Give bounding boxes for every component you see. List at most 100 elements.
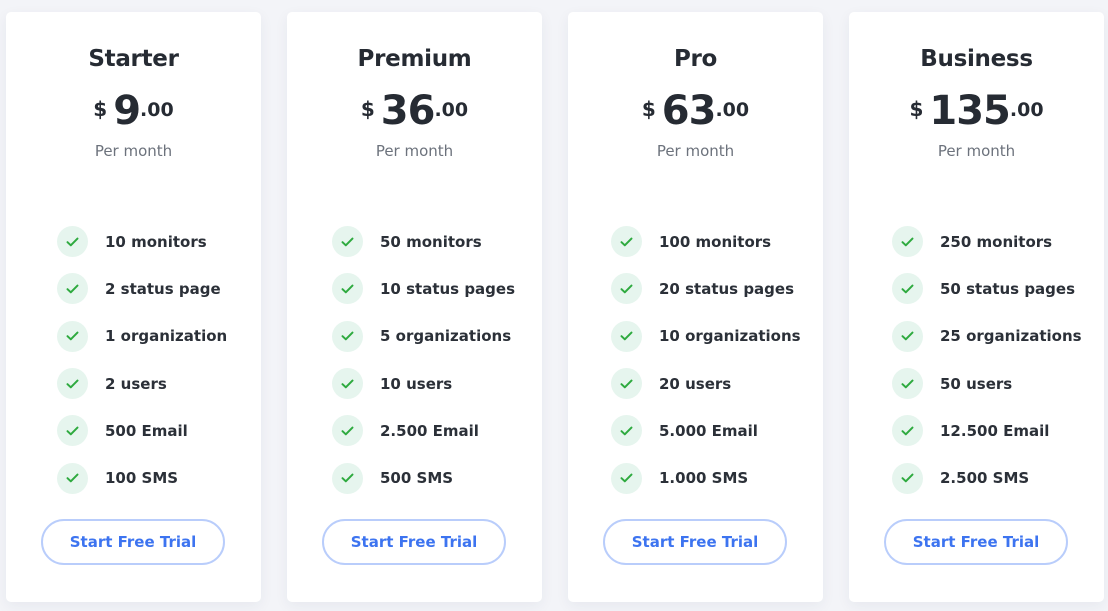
check-icon <box>892 273 923 305</box>
feature-text: 500 SMS <box>380 469 454 488</box>
feature-list: 10 monitors 2 status page 1 organization 2 … <box>6 218 261 502</box>
feature-text: 2 status page <box>105 279 221 298</box>
currency-symbol: $ <box>360 97 375 121</box>
pricing-card-business: Business $135.00 Per month 250 monitors 5… <box>849 12 1104 602</box>
feature-item: 10 users <box>287 360 542 407</box>
feature-item: 50 monitors <box>287 218 542 265</box>
check-icon <box>57 226 88 258</box>
plan-name: Pro <box>673 46 718 72</box>
feature-item: 10 organizations <box>568 313 823 360</box>
pricing-card-premium: Premium $36.00 Per month 50 monitors 10 s… <box>287 12 542 602</box>
feature-text: 2.500 SMS <box>940 469 1030 488</box>
start-free-trial-button[interactable]: Start Free Trial <box>603 519 787 565</box>
plan-price: $9.00 <box>6 88 261 134</box>
pricing-card-starter: Starter $9.00 Per month 10 monitors 2 sta… <box>6 12 261 602</box>
plan-price: $135.00 <box>849 88 1104 134</box>
check-icon <box>892 368 923 400</box>
feature-text: 50 users <box>940 374 1013 393</box>
feature-text: 100 monitors <box>659 232 772 251</box>
feature-item: 10 monitors <box>6 218 261 265</box>
billing-period: Per month <box>937 142 1016 160</box>
feature-item: 1.000 SMS <box>568 454 823 501</box>
price-amount: 36 <box>380 88 436 134</box>
check-icon <box>611 273 642 305</box>
check-icon <box>332 320 363 352</box>
feature-text: 5.000 Email <box>659 421 758 440</box>
check-icon <box>892 320 923 352</box>
price-amount: 63 <box>661 88 717 134</box>
feature-item: 5 organizations <box>287 313 542 360</box>
feature-text: 20 status pages <box>659 279 795 298</box>
billing-period: Per month <box>375 142 454 160</box>
check-icon <box>611 226 642 258</box>
check-icon <box>611 320 642 352</box>
feature-item: 20 status pages <box>568 265 823 312</box>
feature-item: 50 users <box>849 360 1104 407</box>
check-icon <box>332 273 363 305</box>
check-icon <box>892 226 923 258</box>
plan-name: Starter <box>88 46 179 72</box>
feature-text: 1.000 SMS <box>659 469 749 488</box>
feature-text: 10 organizations <box>659 327 801 346</box>
feature-item: 100 monitors <box>568 218 823 265</box>
feature-item: 250 monitors <box>849 218 1104 265</box>
check-icon <box>57 462 88 494</box>
feature-item: 12.500 Email <box>849 407 1104 454</box>
currency-symbol: $ <box>93 97 108 121</box>
check-icon <box>892 415 923 447</box>
check-icon <box>57 320 88 352</box>
feature-text: 50 status pages <box>940 279 1076 298</box>
check-icon <box>57 415 88 447</box>
feature-text: 100 SMS <box>105 469 179 488</box>
feature-item: 100 SMS <box>6 454 261 501</box>
check-icon <box>332 226 363 258</box>
check-icon <box>611 462 642 494</box>
plan-name: Premium <box>357 46 472 72</box>
feature-text: 25 organizations <box>940 327 1082 346</box>
billing-period: Per month <box>94 142 173 160</box>
feature-item: 1 organization <box>6 313 261 360</box>
feature-text: 50 monitors <box>380 232 482 251</box>
feature-text: 1 organization <box>105 327 228 346</box>
start-free-trial-button[interactable]: Start Free Trial <box>322 519 506 565</box>
feature-item: 10 status pages <box>287 265 542 312</box>
feature-text: 500 Email <box>105 421 188 440</box>
plan-price: $36.00 <box>287 88 542 134</box>
price-decimal: .00 <box>140 99 174 121</box>
pricing-cards: Starter $9.00 Per month 10 monitors 2 sta… <box>0 0 1108 611</box>
feature-text: 10 users <box>380 374 453 393</box>
check-icon <box>57 368 88 400</box>
feature-item: 5.000 Email <box>568 407 823 454</box>
feature-text: 10 status pages <box>380 279 516 298</box>
check-icon <box>892 462 923 494</box>
feature-list: 250 monitors 50 status pages 25 organizati… <box>849 218 1104 502</box>
feature-item: 20 users <box>568 360 823 407</box>
feature-item: 500 Email <box>6 407 261 454</box>
currency-symbol: $ <box>641 97 656 121</box>
feature-text: 2 users <box>105 374 167 393</box>
feature-text: 5 organizations <box>380 327 512 346</box>
feature-item: 500 SMS <box>287 454 542 501</box>
check-icon <box>332 415 363 447</box>
feature-item: 25 organizations <box>849 313 1104 360</box>
pricing-card-pro: Pro $63.00 Per month 100 monitors 20 stat… <box>568 12 823 602</box>
feature-item: 2 status page <box>6 265 261 312</box>
price-decimal: .00 <box>715 99 750 121</box>
price-amount: 135 <box>929 88 1010 134</box>
check-icon <box>57 273 88 305</box>
feature-text: 12.500 Email <box>940 421 1050 440</box>
plan-name: Business <box>920 46 1033 72</box>
check-icon <box>332 462 363 494</box>
start-free-trial-button[interactable]: Start Free Trial <box>884 519 1068 565</box>
check-icon <box>611 415 642 447</box>
feature-text: 250 monitors <box>940 232 1053 251</box>
feature-item: 50 status pages <box>849 265 1104 312</box>
feature-text: 10 monitors <box>105 232 207 251</box>
feature-item: 2.500 SMS <box>849 454 1104 501</box>
feature-item: 2 users <box>6 360 261 407</box>
currency-symbol: $ <box>909 97 924 121</box>
check-icon <box>611 368 642 400</box>
price-amount: 9 <box>113 88 141 134</box>
start-free-trial-button[interactable]: Start Free Trial <box>41 519 225 565</box>
feature-list: 100 monitors 20 status pages 10 organizati… <box>568 218 823 502</box>
